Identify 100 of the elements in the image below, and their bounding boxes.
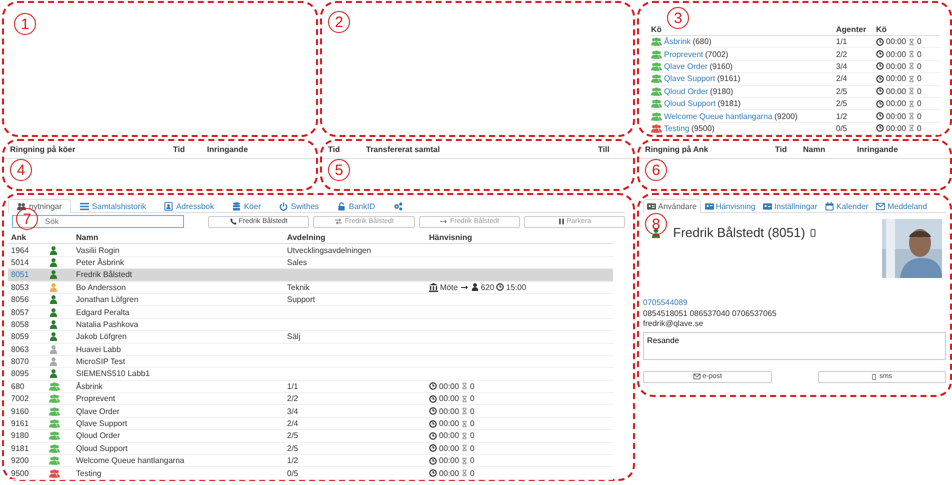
table-cell-text: Proprevent — [76, 394, 116, 404]
id-card-icon — [704, 202, 714, 210]
tab[interactable]: Swithes — [270, 199, 328, 212]
agent-count: 3/4 — [836, 62, 848, 71]
hourglass-icon — [908, 112, 916, 120]
queue-link[interactable]: Qloud Order — [664, 86, 708, 96]
wait-time: 00:00 — [886, 37, 906, 46]
table-row[interactable]: 8053 Bo Andersson Teknik Möte 620 15:00 — [8, 282, 613, 294]
arrow-icon — [460, 284, 469, 291]
hourglass-icon — [461, 469, 468, 478]
redirect-target: 620 — [480, 282, 494, 292]
clock-icon — [429, 432, 437, 440]
table-cell-text: 9161 — [11, 419, 30, 428]
queue-number: (680) — [692, 37, 712, 46]
queue-link[interactable]: Testing — [664, 124, 690, 133]
tab[interactable]: nytningar — [8, 199, 71, 213]
table-row[interactable]: 1964 Vasilii Rogin Utvecklingsavdelningen — [8, 244, 613, 257]
table-row[interactable]: 8070 MicroSIP Test — [8, 356, 613, 368]
table-row[interactable]: 8058 Natalia Pashkova — [8, 318, 613, 332]
tab[interactable]: Samtalshistorik — [70, 199, 156, 212]
envelope-icon — [692, 373, 701, 380]
queue-link[interactable]: Qloud Support — [664, 99, 716, 108]
clock-icon — [429, 407, 437, 416]
table-cell: 2/2 — [287, 394, 298, 404]
queue-number: (7002) — [705, 50, 728, 59]
table-row[interactable]: 8056 Jonathan Löfgren Support — [8, 294, 613, 306]
table-cell-text: Welcome Queue hantlangarna — [76, 456, 186, 466]
hourglass-icon — [908, 38, 916, 46]
clock-icon — [429, 420, 437, 428]
hourglass-icon — [461, 382, 468, 390]
table-cell-text: Qlave Order — [76, 406, 121, 416]
gears-icon — [393, 202, 404, 210]
annotation-marker: 6 — [645, 159, 667, 181]
column-header: Hänvisning — [429, 233, 474, 242]
tab[interactable]: BankID — [328, 199, 384, 212]
users-icon — [17, 202, 26, 211]
hourglass-icon — [908, 74, 916, 83]
table-row[interactable]: 8059 Jakob Löfgren Sälj — [8, 331, 613, 344]
redirect-reason: Möte — [440, 282, 458, 292]
table-cell-text: 8057 — [11, 308, 30, 317]
wait-time: 00:00 — [439, 419, 460, 428]
table-row[interactable]: 9181 Qloud Support 2/5 00:00 0 — [8, 442, 613, 456]
tab[interactable]: Kalender — [821, 199, 872, 212]
tab[interactable]: Hänvisning — [700, 199, 760, 212]
tab[interactable]: Köer — [222, 199, 270, 212]
tab[interactable]: Inställningar — [759, 199, 822, 212]
waiting-count: 0 — [470, 456, 474, 466]
table-row[interactable]: 9500 Testing 0/5 00:00 0 — [8, 467, 613, 480]
queue-link[interactable]: Qlave Order — [664, 62, 708, 71]
table-cell-text: 8058 — [11, 320, 30, 329]
table-row[interactable]: 8063 Huavei Labb — [8, 344, 613, 356]
table-cell-text: 9180 — [11, 431, 30, 440]
table-cell: 3/4 — [287, 406, 298, 416]
column-header: Inringande — [857, 145, 899, 154]
clock-icon — [429, 456, 437, 465]
tab[interactable]: Meddeland — [872, 199, 932, 212]
table-cell-text: Jakob Löfgren — [76, 332, 128, 342]
clock-icon — [429, 382, 437, 390]
table-row[interactable]: 9160 Qlave Order 3/4 00:00 0 — [8, 405, 613, 418]
tab[interactable]: Adressbok — [155, 199, 223, 212]
table-cell: Teknik — [287, 282, 310, 292]
wait-time: 00:00 — [886, 124, 906, 133]
table-row[interactable]: 680 Åsbrink 1/1 00:00 0 — [8, 380, 613, 394]
queue-number: (9160) — [710, 62, 733, 71]
table-row[interactable]: 7002 Proprevent 2/2 00:00 0 — [8, 393, 613, 406]
email-address: fredrik@qlave.se — [643, 319, 704, 330]
table-cell-text: MicroSIP Test — [76, 357, 126, 366]
agent-count: 0/5 — [836, 124, 848, 133]
table-cell-text: 8051 — [11, 270, 30, 280]
queue-link[interactable]: Åsbrink — [664, 37, 691, 46]
table-row[interactable]: 8057 Edgard Peralta — [8, 306, 613, 319]
table-row[interactable]: 8051 Fredrik Bålstedt — [8, 269, 613, 282]
wait-time: 00:00 — [439, 382, 460, 391]
note-field[interactable]: Resande — [643, 332, 946, 360]
queue-number: (9161) — [717, 74, 740, 84]
bank-icon — [429, 282, 438, 292]
annotation-marker: 5 — [328, 159, 350, 181]
table-cell-text: 8070 — [11, 357, 30, 366]
phone-link[interactable]: 0705544089 — [643, 298, 946, 308]
column-header: Tid — [775, 145, 788, 154]
table-cell-text: Edgard Peralta — [76, 308, 130, 317]
table-cell-text: 9160 — [11, 406, 30, 416]
agent-count: 2/4 — [836, 74, 848, 84]
waiting-count: 0 — [917, 86, 922, 96]
table-row[interactable]: 9200 Welcome Queue hantlangarna 1/2 00:00 0 — [8, 455, 613, 468]
waiting-count: 0 — [917, 50, 922, 59]
column-header: Namn — [803, 145, 826, 154]
table-row[interactable]: 9161 Qlave Support 2/4 00:00 0 — [8, 418, 613, 430]
table-row[interactable]: 8095 SIEMENS510 Labb1 — [8, 368, 613, 381]
power-icon — [278, 202, 288, 210]
column-header: Inringande — [207, 145, 249, 154]
wait-time: 00:00 — [886, 74, 906, 84]
waiting-count: 0 — [470, 419, 474, 428]
queue-link[interactable]: Qlave Support — [664, 74, 716, 84]
clock-icon — [876, 74, 884, 83]
table-row[interactable]: 9180 Qloud Order 2/5 00:00 0 — [8, 430, 613, 443]
queue-link[interactable]: Welcome Queue hantlangarna — [664, 112, 772, 121]
tab[interactable]: Användare — [643, 199, 701, 213]
table-cell-text: Vasilii Rogin — [76, 246, 120, 255]
queue-link[interactable]: Proprevent — [664, 50, 704, 59]
